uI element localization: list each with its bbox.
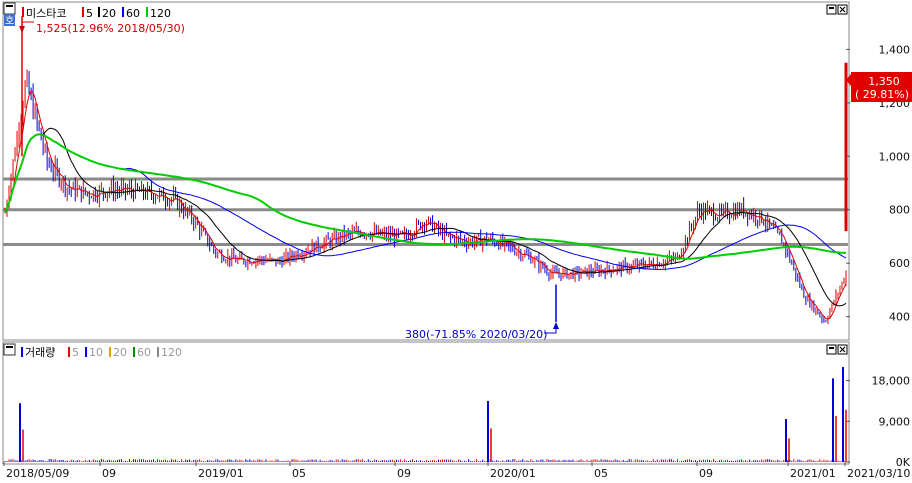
- last-price-box: 1,350 ( 29.81%): [846, 72, 912, 102]
- volume-legend-label: 60: [137, 346, 151, 359]
- y-tick-label: 1,000: [879, 150, 911, 163]
- x-tick-label: 2020/01: [490, 467, 536, 480]
- legend-ma-swatch: [98, 7, 100, 17]
- high-annotation-label: 1,525(12.96% 2018/05/30): [36, 22, 185, 35]
- y-tick-label: 1,400: [879, 43, 911, 56]
- legend-ma-label: 20: [102, 7, 116, 20]
- volume-y-tick-label: 9,000: [879, 415, 911, 428]
- volume-maximize-icon[interactable]: [826, 344, 837, 355]
- legend-ma-label: 120: [150, 7, 171, 20]
- volume-legend-swatch: [133, 347, 135, 357]
- volume-label: 거래량: [25, 346, 55, 359]
- legend-ma-swatch: [146, 7, 148, 17]
- x-tick-label: 2019/01: [198, 467, 244, 480]
- legend-ma-label: 60: [126, 7, 140, 20]
- volume-legend-label: 20: [113, 346, 127, 359]
- volume-y-tick-label: 18,000: [872, 375, 911, 388]
- maximize-icon[interactable]: [826, 4, 837, 15]
- low-annotation-label: 380(-71.85% 2020/03/20): [405, 328, 547, 341]
- x-tick-label: 09: [397, 467, 411, 480]
- high-annotation: 1,525(12.96% 2018/05/30): [19, 21, 185, 35]
- stock-chart: 호 미스타코 5 20 60 120 거래량 5 10 20 60 120 400 600 800…: [0, 0, 912, 480]
- stock-name: 미스타코: [26, 7, 66, 20]
- legend-ma-label: 5: [86, 7, 93, 20]
- x-tick-label: 05: [594, 467, 608, 480]
- volume-legend-swatch: [68, 347, 70, 357]
- legend-ma-swatch: [82, 7, 84, 17]
- x-tick-label: 2021/01: [790, 467, 836, 480]
- volume-legend-swatch: [85, 347, 87, 357]
- legend-ma-swatch: [122, 7, 124, 17]
- x-tick-label: 09: [102, 467, 116, 480]
- volume-panel: [2, 341, 850, 465]
- x-tick-label: 2018/05/09: [6, 467, 69, 480]
- x-tick-label: 05: [292, 467, 306, 480]
- last-price: 1,350: [868, 75, 900, 88]
- y-tick-label: 800: [889, 204, 910, 217]
- volume-legend-label: 120: [161, 346, 182, 359]
- volume-legend-label: 5: [72, 346, 79, 359]
- y-tick-label: 400: [889, 311, 910, 324]
- x-tick-label: 09: [699, 467, 713, 480]
- chart-mode-badge-label: 호: [5, 15, 14, 27]
- volume-legend-label: 10: [89, 346, 103, 359]
- volume-legend-swatch: [157, 347, 159, 357]
- x-tick-label: 2021/03/10: [847, 467, 910, 480]
- y-tick-label: 600: [889, 257, 910, 270]
- volume-legend-swatch: [109, 347, 111, 357]
- panel-menu-icon[interactable]: [3, 2, 16, 15]
- last-change: ( 29.81%): [855, 88, 909, 101]
- volume-panel-menu-icon[interactable]: [3, 343, 16, 356]
